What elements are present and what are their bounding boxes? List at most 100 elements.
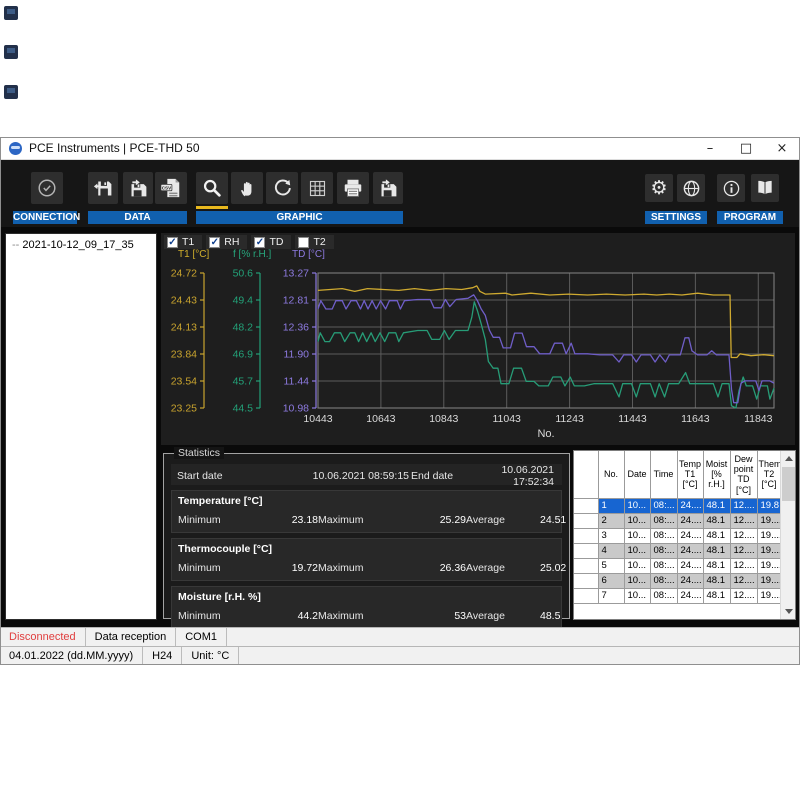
table-cell[interactable]: 19....	[757, 513, 781, 528]
table-cell[interactable]: 19....	[757, 588, 781, 603]
column-header[interactable]: Moist [% r.H.]	[703, 451, 730, 498]
table-cell[interactable]: 10...	[624, 558, 650, 573]
language-button[interactable]	[677, 174, 705, 202]
zoom-tool-button[interactable]	[196, 172, 228, 204]
table-cell[interactable]: 24....	[677, 573, 703, 588]
table-cell[interactable]: 48.1	[703, 513, 730, 528]
checkbox-checked-icon[interactable]: ✓	[167, 237, 178, 248]
table-cell[interactable]: 2	[598, 513, 624, 528]
table-cell[interactable]: 5	[598, 558, 624, 573]
column-header[interactable]: Time	[650, 451, 677, 498]
table-cell[interactable]: 4	[598, 543, 624, 558]
table-cell[interactable]: 12....	[730, 528, 757, 543]
table-cell[interactable]: 24....	[677, 528, 703, 543]
table-cell[interactable]: 3	[598, 528, 624, 543]
table-scrollbar[interactable]	[780, 451, 795, 619]
status-segment: Unit: °C	[182, 647, 239, 665]
save-data-button[interactable]	[88, 172, 118, 204]
table-cell[interactable]: 48.1	[703, 498, 730, 513]
table-cell[interactable]: 12....	[730, 543, 757, 558]
table-cell[interactable]: 48.1	[703, 528, 730, 543]
scroll-down-arrow-icon[interactable]	[781, 604, 796, 619]
table-cell[interactable]: 08:...	[650, 498, 677, 513]
table-cell[interactable]: 08:...	[650, 513, 677, 528]
close-button[interactable]: ×	[764, 137, 800, 159]
table-row[interactable]: 210...08:...24....48.112....19....	[574, 513, 781, 528]
table-cell[interactable]: 19....	[757, 558, 781, 573]
table-cell[interactable]: 24....	[677, 588, 703, 603]
table-row[interactable]: 410...08:...24....48.112....19....	[574, 543, 781, 558]
table-cell[interactable]: 12....	[730, 588, 757, 603]
table-cell[interactable]: 6	[598, 573, 624, 588]
table-row[interactable]: 310...08:...24....48.112....19....	[574, 528, 781, 543]
table-cell[interactable]: 10...	[624, 498, 650, 513]
tree-item-measurement[interactable]: -- 2021-10-12_09_17_35	[6, 234, 156, 253]
connect-button[interactable]	[31, 172, 63, 204]
column-header[interactable]: Temp T1 [°C]	[677, 451, 703, 498]
checkbox-unchecked-icon[interactable]	[298, 237, 309, 248]
table-cell[interactable]: 24....	[677, 513, 703, 528]
scrollbar-thumb[interactable]	[782, 467, 795, 501]
desktop-shortcut-icon[interactable]	[4, 6, 18, 20]
table-cell[interactable]: 24....	[677, 498, 703, 513]
legend-checkbox-rh[interactable]: ✓RH	[206, 235, 247, 249]
column-header[interactable]: Date	[624, 451, 650, 498]
table-cell[interactable]: 19....	[757, 528, 781, 543]
info-button[interactable]	[717, 174, 745, 202]
settings-button[interactable]: ⚙	[645, 174, 673, 202]
chart-canvas[interactable]: 24.7224.4324.1323.8423.5423.2550.649.448…	[161, 233, 795, 445]
table-cell[interactable]: 10...	[624, 573, 650, 588]
table-cell[interactable]: 48.1	[703, 543, 730, 558]
table-cell[interactable]: 19....	[757, 573, 781, 588]
chart[interactable]: 24.7224.4324.1323.8423.5423.2550.649.448…	[161, 233, 795, 450]
scroll-up-arrow-icon[interactable]	[781, 451, 796, 466]
table-cell[interactable]: 12....	[730, 513, 757, 528]
load-data-button[interactable]	[123, 172, 153, 204]
table-cell[interactable]: 10...	[624, 588, 650, 603]
table-cell[interactable]: 10...	[624, 513, 650, 528]
table-cell[interactable]: 24....	[677, 558, 703, 573]
legend-checkbox-t2[interactable]: T2	[295, 235, 333, 249]
checkbox-checked-icon[interactable]: ✓	[209, 237, 220, 248]
table-cell[interactable]: 1	[598, 498, 624, 513]
table-cell[interactable]: 48.1	[703, 588, 730, 603]
legend-checkbox-t1[interactable]: ✓T1	[164, 235, 202, 249]
column-header[interactable]: No.	[598, 451, 624, 498]
table-row[interactable]: 610...08:...24....48.112....19....	[574, 573, 781, 588]
table-row[interactable]: 510...08:...24....48.112....19....	[574, 558, 781, 573]
table-cell[interactable]: 48.1	[703, 558, 730, 573]
print-button[interactable]	[337, 172, 369, 204]
table-cell[interactable]: 12....	[730, 573, 757, 588]
column-header[interactable]: Them T2 [°C]	[757, 451, 781, 498]
column-header[interactable]: Dew point TD [°C]	[730, 451, 757, 498]
minimize-button[interactable]: –	[692, 137, 728, 159]
table-cell[interactable]: 12....	[730, 498, 757, 513]
maximize-button[interactable]: □	[728, 137, 764, 159]
desktop-shortcut-icon[interactable]	[4, 85, 18, 99]
table-cell[interactable]: 19.8	[757, 498, 781, 513]
graphic-export-button[interactable]	[373, 172, 403, 204]
magnifier-icon	[201, 177, 223, 199]
csv-export-button[interactable]: CSV	[155, 172, 187, 204]
table-cell[interactable]: 08:...	[650, 573, 677, 588]
table-row[interactable]: ▶110...08:...24....48.112....19.8	[574, 498, 781, 513]
reset-view-button[interactable]	[266, 172, 298, 204]
table-cell[interactable]: 08:...	[650, 528, 677, 543]
table-row[interactable]: 710...08:...24....48.112....19....	[574, 588, 781, 603]
table-cell[interactable]: 08:...	[650, 558, 677, 573]
table-cell[interactable]: 10...	[624, 528, 650, 543]
pan-tool-button[interactable]	[231, 172, 263, 204]
table-cell[interactable]: 08:...	[650, 543, 677, 558]
checkbox-checked-icon[interactable]: ✓	[254, 237, 265, 248]
manual-button[interactable]	[751, 174, 779, 202]
grid-toggle-button[interactable]	[301, 172, 333, 204]
table-cell[interactable]: 19....	[757, 543, 781, 558]
table-cell[interactable]: 7	[598, 588, 624, 603]
table-cell[interactable]: 24....	[677, 543, 703, 558]
table-cell[interactable]: 08:...	[650, 588, 677, 603]
table-cell[interactable]: 10...	[624, 543, 650, 558]
table-cell[interactable]: 12....	[730, 558, 757, 573]
desktop-shortcut-icon[interactable]	[4, 45, 18, 59]
legend-checkbox-td[interactable]: ✓TD	[251, 235, 291, 249]
table-cell[interactable]: 48.1	[703, 573, 730, 588]
